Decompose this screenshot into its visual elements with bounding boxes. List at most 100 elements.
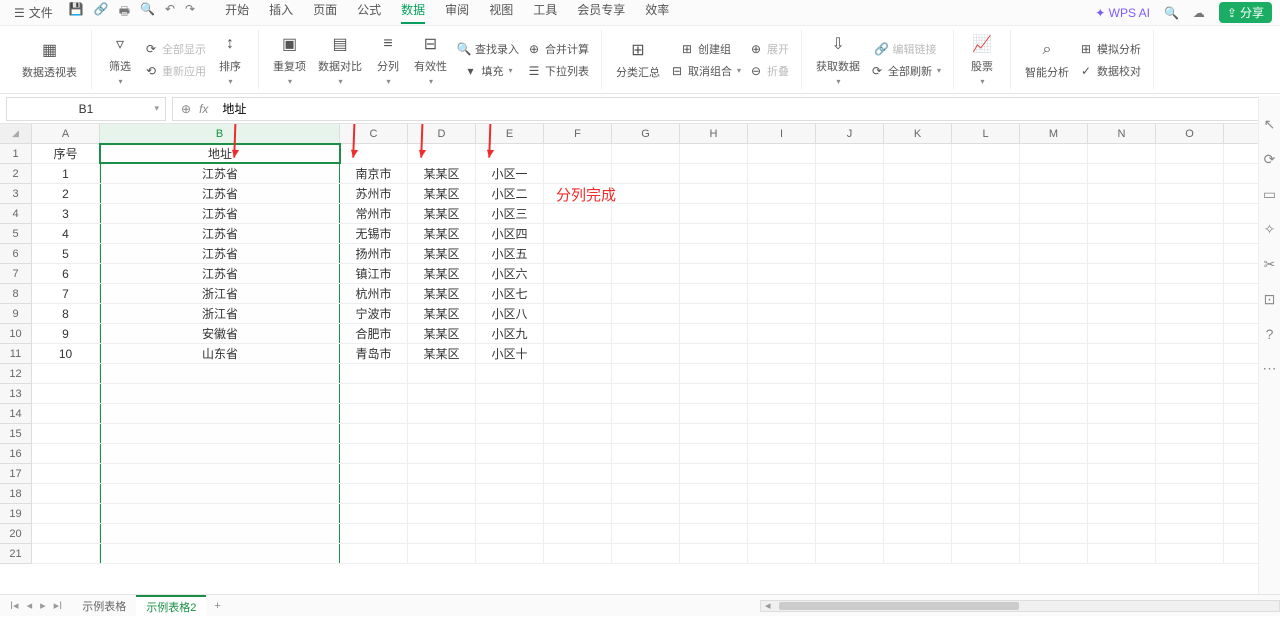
cell-K13[interactable] bbox=[884, 384, 952, 403]
row-header-3[interactable]: 3 bbox=[0, 184, 31, 204]
cell-I19[interactable] bbox=[748, 504, 816, 523]
cell-K21[interactable] bbox=[884, 544, 952, 563]
cell-D7[interactable]: 某某区 bbox=[408, 264, 476, 283]
cell-F13[interactable] bbox=[544, 384, 612, 403]
cell-E6[interactable]: 小区五 bbox=[476, 244, 544, 263]
cell-E18[interactable] bbox=[476, 484, 544, 503]
cell-G13[interactable] bbox=[612, 384, 680, 403]
cell-N7[interactable] bbox=[1088, 264, 1156, 283]
cell-A17[interactable] bbox=[32, 464, 100, 483]
add-sheet-button[interactable]: + bbox=[206, 600, 228, 612]
cell-H15[interactable] bbox=[680, 424, 748, 443]
cell-G20[interactable] bbox=[612, 524, 680, 543]
cell-H16[interactable] bbox=[680, 444, 748, 463]
row-header-16[interactable]: 16 bbox=[0, 444, 31, 464]
cell-J2[interactable] bbox=[816, 164, 884, 183]
row-header-9[interactable]: 9 bbox=[0, 304, 31, 324]
row-header-4[interactable]: 4 bbox=[0, 204, 31, 224]
cell-C12[interactable] bbox=[340, 364, 408, 383]
cell-D14[interactable] bbox=[408, 404, 476, 423]
cell-N1[interactable] bbox=[1088, 144, 1156, 163]
cell-A9[interactable]: 8 bbox=[32, 304, 100, 323]
cell-F10[interactable] bbox=[544, 324, 612, 343]
cell-I10[interactable] bbox=[748, 324, 816, 343]
cell-J10[interactable] bbox=[816, 324, 884, 343]
cell-C14[interactable] bbox=[340, 404, 408, 423]
screen-icon[interactable]: ⊡ bbox=[1264, 291, 1276, 308]
cell-D11[interactable]: 某某区 bbox=[408, 344, 476, 363]
cell-M6[interactable] bbox=[1020, 244, 1088, 263]
cell-D21[interactable] bbox=[408, 544, 476, 563]
row-header-13[interactable]: 13 bbox=[0, 384, 31, 404]
col-header-I[interactable]: I bbox=[748, 124, 816, 143]
cell-E12[interactable] bbox=[476, 364, 544, 383]
cell-G1[interactable] bbox=[612, 144, 680, 163]
select-all-corner[interactable]: ◢ bbox=[0, 124, 32, 144]
sort-button[interactable]: ↕排序 bbox=[210, 31, 250, 88]
cell-A4[interactable]: 3 bbox=[32, 204, 100, 223]
cell-A14[interactable] bbox=[32, 404, 100, 423]
cell-I4[interactable] bbox=[748, 204, 816, 223]
cell-K14[interactable] bbox=[884, 404, 952, 423]
cell-F16[interactable] bbox=[544, 444, 612, 463]
cell-E7[interactable]: 小区六 bbox=[476, 264, 544, 283]
cell-N17[interactable] bbox=[1088, 464, 1156, 483]
row-header-1[interactable]: 1 bbox=[0, 144, 31, 164]
cell-B9[interactable]: 浙江省 bbox=[100, 304, 340, 323]
cell-E13[interactable] bbox=[476, 384, 544, 403]
cell-H12[interactable] bbox=[680, 364, 748, 383]
cell-H11[interactable] bbox=[680, 344, 748, 363]
cell-F19[interactable] bbox=[544, 504, 612, 523]
cell-G19[interactable] bbox=[612, 504, 680, 523]
ungroup-button[interactable]: ⊟取消组合 bbox=[666, 61, 745, 81]
cell-H2[interactable] bbox=[680, 164, 748, 183]
cell-I20[interactable] bbox=[748, 524, 816, 543]
cell-E16[interactable] bbox=[476, 444, 544, 463]
cell-J18[interactable] bbox=[816, 484, 884, 503]
redo-icon[interactable]: ↷ bbox=[185, 2, 195, 23]
cell-M8[interactable] bbox=[1020, 284, 1088, 303]
cell-E11[interactable]: 小区十 bbox=[476, 344, 544, 363]
cell-L2[interactable] bbox=[952, 164, 1020, 183]
cell-F18[interactable] bbox=[544, 484, 612, 503]
cell-N8[interactable] bbox=[1088, 284, 1156, 303]
cell-D9[interactable]: 某某区 bbox=[408, 304, 476, 323]
cell-F17[interactable] bbox=[544, 464, 612, 483]
cell-B16[interactable] bbox=[100, 444, 340, 463]
cell-L17[interactable] bbox=[952, 464, 1020, 483]
collapse-button[interactable]: ⊖折叠 bbox=[745, 61, 793, 81]
pivot-button[interactable]: ▦数据透视表 bbox=[16, 37, 83, 82]
cell-D10[interactable]: 某某区 bbox=[408, 324, 476, 343]
cell-F1[interactable] bbox=[544, 144, 612, 163]
save-icon[interactable]: 💾 bbox=[69, 2, 84, 23]
cell-D20[interactable] bbox=[408, 524, 476, 543]
cell-K18[interactable] bbox=[884, 484, 952, 503]
search-icon[interactable]: 🔍 bbox=[1164, 6, 1179, 20]
cell-A20[interactable] bbox=[32, 524, 100, 543]
first-sheet-icon[interactable]: I◂ bbox=[10, 599, 19, 612]
filter-button[interactable]: ▿筛选 bbox=[100, 31, 140, 88]
last-sheet-icon[interactable]: ▸I bbox=[54, 599, 63, 612]
cell-I13[interactable] bbox=[748, 384, 816, 403]
cell-C5[interactable]: 无锡市 bbox=[340, 224, 408, 243]
cell-B6[interactable]: 江苏省 bbox=[100, 244, 340, 263]
cell-K4[interactable] bbox=[884, 204, 952, 223]
cell-M2[interactable] bbox=[1020, 164, 1088, 183]
cell-D17[interactable] bbox=[408, 464, 476, 483]
col-header-F[interactable]: F bbox=[544, 124, 612, 143]
cell-D5[interactable]: 某某区 bbox=[408, 224, 476, 243]
cell-A6[interactable]: 5 bbox=[32, 244, 100, 263]
cell-M3[interactable] bbox=[1020, 184, 1088, 203]
cell-K9[interactable] bbox=[884, 304, 952, 323]
cell-L13[interactable] bbox=[952, 384, 1020, 403]
tab-data[interactable]: 数据 bbox=[401, 1, 425, 24]
cell-I7[interactable] bbox=[748, 264, 816, 283]
cell-L6[interactable] bbox=[952, 244, 1020, 263]
cell-H9[interactable] bbox=[680, 304, 748, 323]
tab-formula[interactable]: 公式 bbox=[357, 1, 381, 24]
cell-H5[interactable] bbox=[680, 224, 748, 243]
cell-C18[interactable] bbox=[340, 484, 408, 503]
cell-G16[interactable] bbox=[612, 444, 680, 463]
cell-N6[interactable] bbox=[1088, 244, 1156, 263]
cell-M16[interactable] bbox=[1020, 444, 1088, 463]
